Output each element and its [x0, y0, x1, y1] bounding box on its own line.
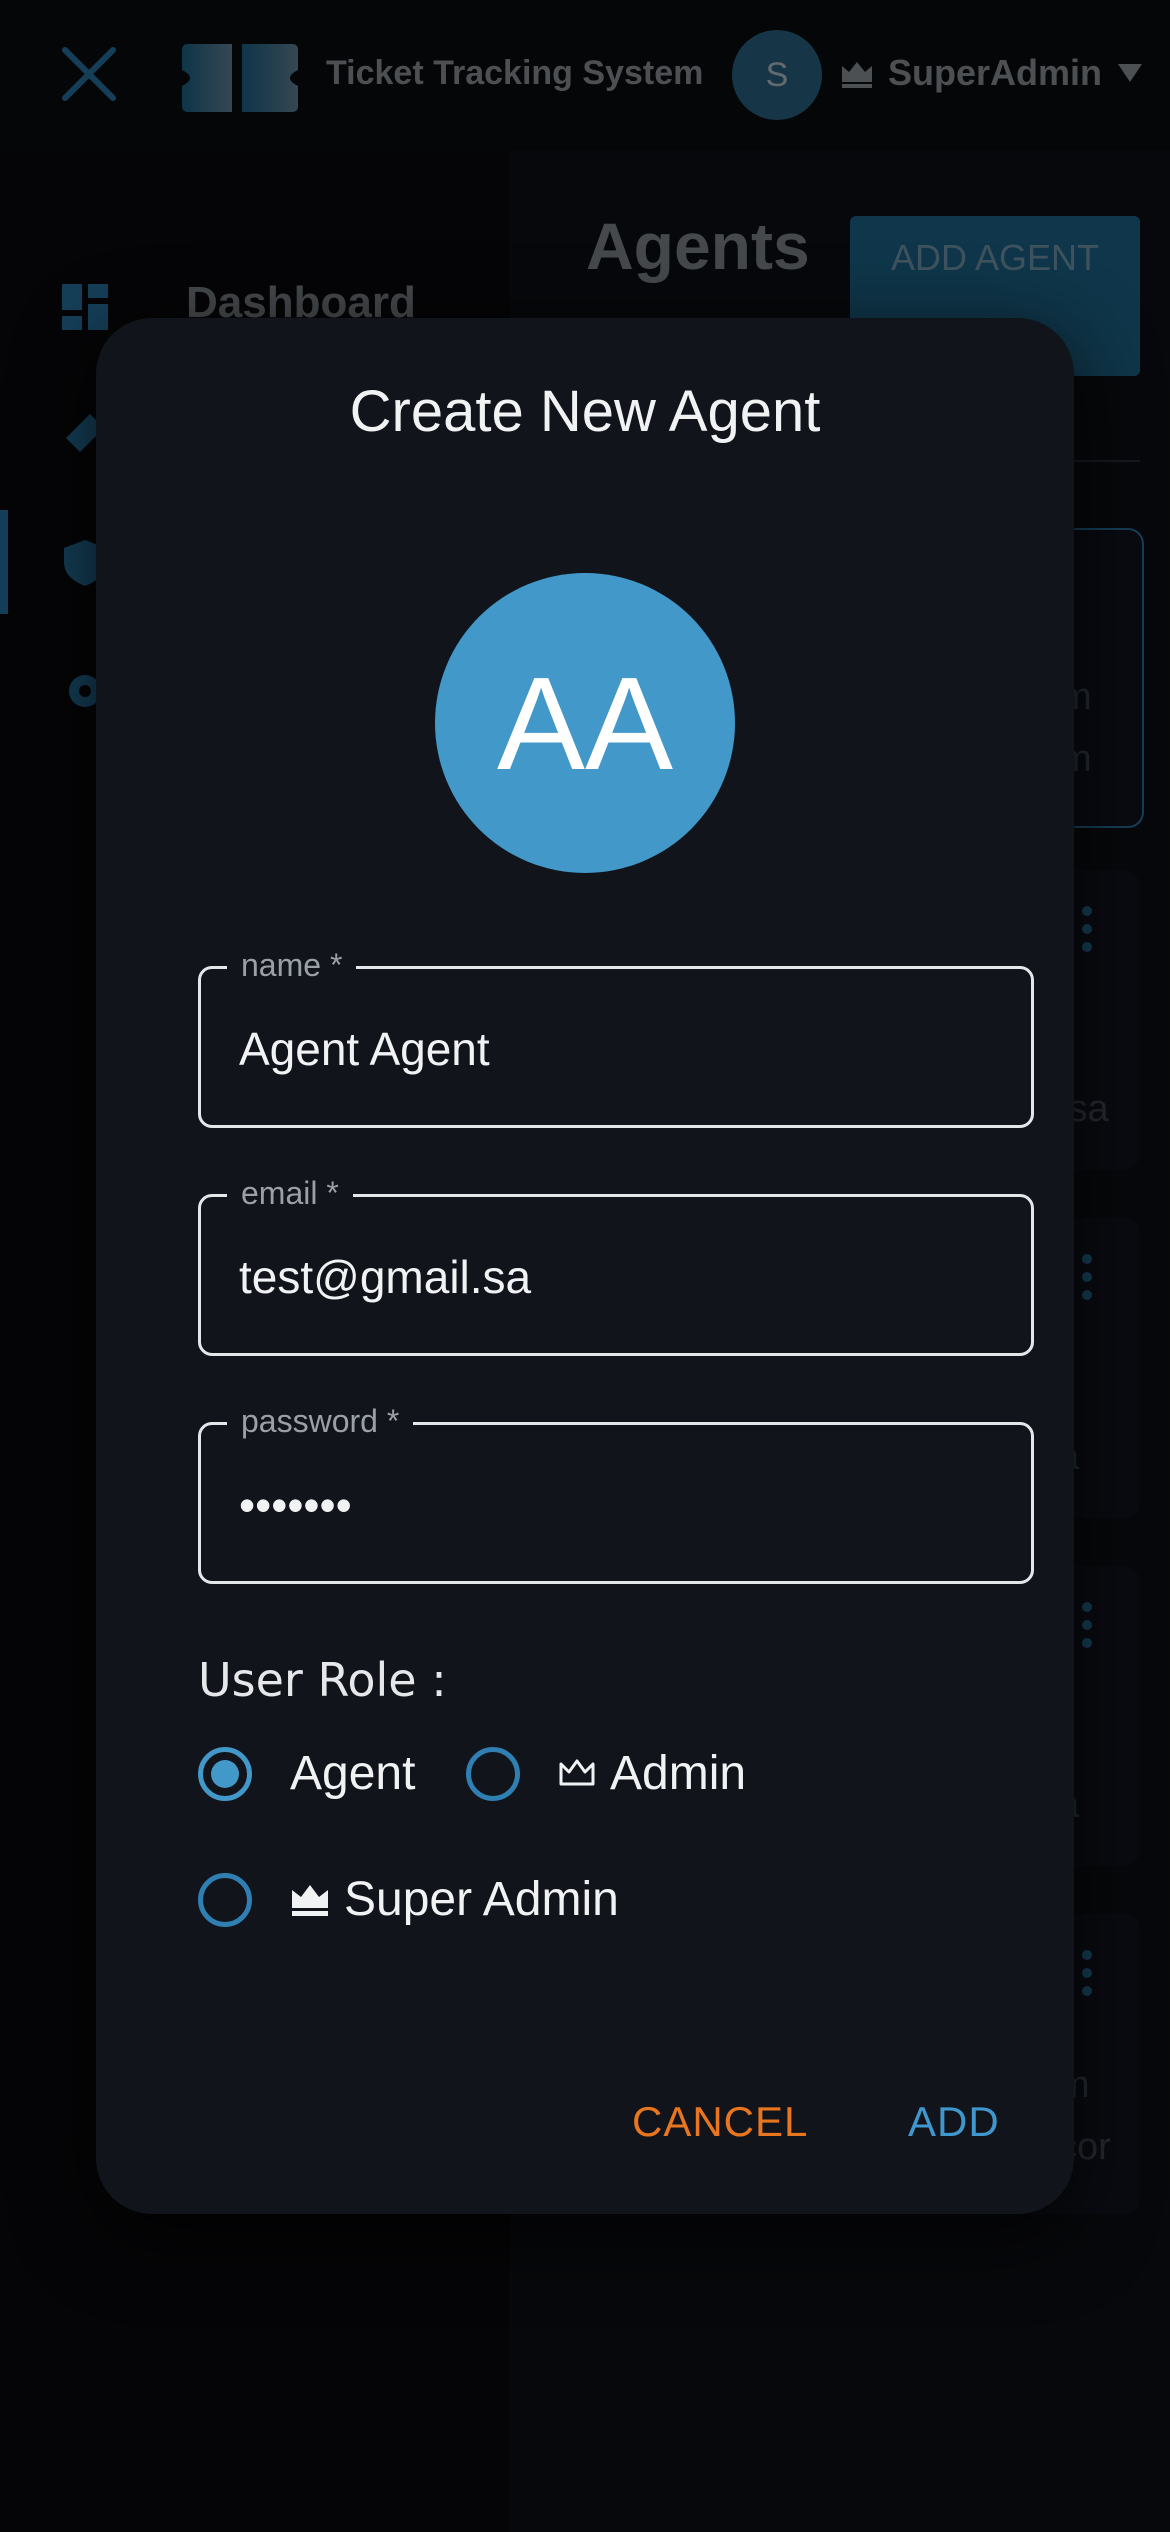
- add-button[interactable]: ADD: [908, 2098, 1000, 2146]
- role-label-agent: Agent: [290, 1747, 416, 1800]
- role-label-admin: Admin: [558, 1746, 746, 1801]
- email-field-label: email *: [227, 1175, 353, 1212]
- password-field: password *: [198, 1403, 1034, 1584]
- password-field-label: password *: [227, 1403, 414, 1440]
- role-label-super-admin: Super Admin: [290, 1872, 619, 1927]
- crown-icon: [292, 1884, 328, 1916]
- name-input[interactable]: [239, 1013, 999, 1085]
- agent-avatar: AA: [435, 573, 735, 873]
- password-input[interactable]: [239, 1469, 999, 1541]
- radio-unchecked-icon[interactable]: [466, 1746, 520, 1801]
- create-agent-dialog: Create New Agent AA name * email * passw…: [96, 318, 1074, 2214]
- cancel-button[interactable]: CANCEL: [632, 2098, 808, 2146]
- user-role-label: User Role :: [198, 1653, 447, 1707]
- radio-unchecked-icon[interactable]: [198, 1872, 252, 1927]
- email-field: email *: [198, 1175, 1034, 1356]
- email-input[interactable]: [239, 1241, 999, 1313]
- radio-checked-icon[interactable]: [198, 1746, 252, 1801]
- dialog-title: Create New Agent: [349, 379, 821, 444]
- crown-outline-icon: [559, 1759, 595, 1785]
- name-field-label: name *: [227, 947, 357, 984]
- role-radio-super-admin[interactable]: Super Admin: [198, 1872, 619, 1927]
- role-radio-agent[interactable]: Agent: [198, 1746, 415, 1801]
- name-field: name *: [198, 947, 1034, 1128]
- role-radio-admin[interactable]: Admin: [466, 1746, 746, 1801]
